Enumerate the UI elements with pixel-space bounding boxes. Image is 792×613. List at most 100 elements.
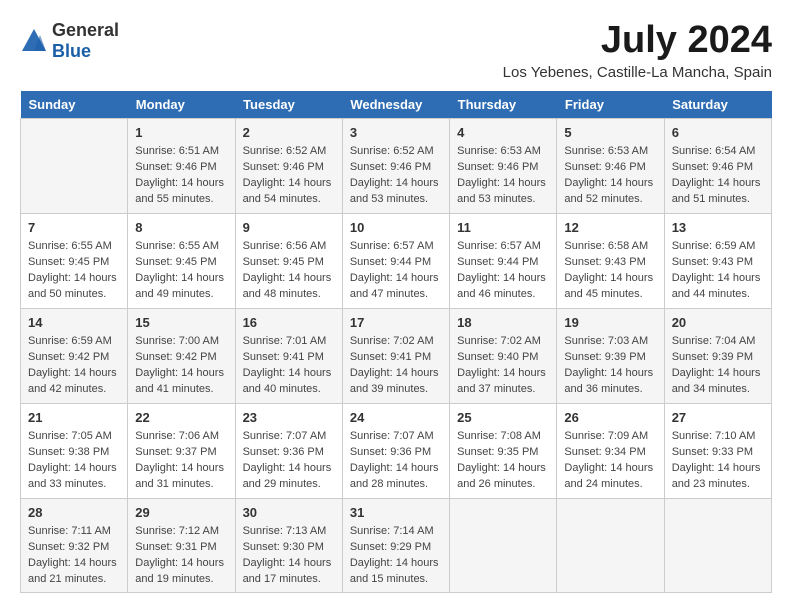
day-number: 3 xyxy=(350,124,442,142)
cell-content: Sunrise: 6:57 AM Sunset: 9:44 PM Dayligh… xyxy=(350,239,442,303)
calendar-table: SundayMondayTuesdayWednesdayThursdayFrid… xyxy=(20,91,772,594)
calendar-cell xyxy=(557,498,664,593)
main-title: July 2024 xyxy=(503,20,772,62)
cell-content: Sunrise: 7:07 AM Sunset: 9:36 PM Dayligh… xyxy=(350,429,442,493)
cell-content: Sunrise: 7:00 AM Sunset: 9:42 PM Dayligh… xyxy=(135,334,227,398)
calendar-cell: 2Sunrise: 6:52 AM Sunset: 9:46 PM Daylig… xyxy=(235,118,342,213)
cell-content: Sunrise: 6:52 AM Sunset: 9:46 PM Dayligh… xyxy=(243,144,335,208)
calendar-cell: 11 Sunrise: 6:57 AM Sunset: 9:44 PM Dayli… xyxy=(450,213,557,308)
cell-content: Sunrise: 7:05 AM Sunset: 9:38 PM Dayligh… xyxy=(28,429,120,493)
calendar-cell: 1Sunrise: 6:51 AM Sunset: 9:46 PM Daylig… xyxy=(128,118,235,213)
calendar-cell xyxy=(664,498,771,593)
cell-content: Sunrise: 7:06 AM Sunset: 9:37 PM Dayligh… xyxy=(135,429,227,493)
subtitle: Los Yebenes, Castille-La Mancha, Spain xyxy=(503,64,772,81)
calendar-cell: 13 Sunrise: 6:59 AM Sunset: 9:43 PM Dayli… xyxy=(664,213,771,308)
logo-icon xyxy=(20,27,48,55)
header-cell-monday: Monday xyxy=(128,91,235,119)
day-number: 22 xyxy=(135,409,227,427)
day-number: 11 xyxy=(457,219,549,237)
day-number: 16 xyxy=(243,314,335,332)
day-number: 23 xyxy=(243,409,335,427)
header-cell-sunday: Sunday xyxy=(21,91,128,119)
cell-content: Sunrise: 6:53 AM Sunset: 9:46 PM Dayligh… xyxy=(457,144,549,208)
header: General Blue July 2024 Los Yebenes, Cast… xyxy=(20,20,772,81)
cell-content: Sunrise: 6:58 AM Sunset: 9:43 PM Dayligh… xyxy=(564,239,656,303)
day-number: 26 xyxy=(564,409,656,427)
calendar-cell: 23Sunrise: 7:07 AM Sunset: 9:36 PM Dayli… xyxy=(235,403,342,498)
calendar-cell: 4 Sunrise: 6:53 AM Sunset: 9:46 PM Daylig… xyxy=(450,118,557,213)
day-number: 28 xyxy=(28,504,120,522)
calendar-cell: 19Sunrise: 7:03 AM Sunset: 9:39 PM Dayli… xyxy=(557,308,664,403)
day-number: 25 xyxy=(457,409,549,427)
cell-content: Sunrise: 7:03 AM Sunset: 9:39 PM Dayligh… xyxy=(564,334,656,398)
header-cell-friday: Friday xyxy=(557,91,664,119)
cell-content: Sunrise: 6:55 AM Sunset: 9:45 PM Dayligh… xyxy=(28,239,120,303)
calendar-cell: 20Sunrise: 7:04 AM Sunset: 9:39 PM Dayli… xyxy=(664,308,771,403)
cell-content: Sunrise: 7:11 AM Sunset: 9:32 PM Dayligh… xyxy=(28,524,120,588)
calendar-cell: 22 Sunrise: 7:06 AM Sunset: 9:37 PM Dayli… xyxy=(128,403,235,498)
calendar-cell xyxy=(21,118,128,213)
calendar-cell: 5 Sunrise: 6:53 AM Sunset: 9:46 PM Daylig… xyxy=(557,118,664,213)
header-cell-thursday: Thursday xyxy=(450,91,557,119)
header-cell-wednesday: Wednesday xyxy=(342,91,449,119)
calendar-cell: 17 Sunrise: 7:02 AM Sunset: 9:41 PM Dayli… xyxy=(342,308,449,403)
week-row-4: 21Sunrise: 7:05 AM Sunset: 9:38 PM Dayli… xyxy=(21,403,772,498)
cell-content: Sunrise: 7:02 AM Sunset: 9:40 PM Dayligh… xyxy=(457,334,549,398)
calendar-cell: 15 Sunrise: 7:00 AM Sunset: 9:42 PM Dayli… xyxy=(128,308,235,403)
cell-content: Sunrise: 7:08 AM Sunset: 9:35 PM Dayligh… xyxy=(457,429,549,493)
day-number: 15 xyxy=(135,314,227,332)
week-row-5: 28 Sunrise: 7:11 AM Sunset: 9:32 PM Dayli… xyxy=(21,498,772,593)
day-number: 20 xyxy=(672,314,764,332)
header-row: SundayMondayTuesdayWednesdayThursdayFrid… xyxy=(21,91,772,119)
calendar-cell: 14Sunrise: 6:59 AM Sunset: 9:42 PM Dayli… xyxy=(21,308,128,403)
cell-content: Sunrise: 7:10 AM Sunset: 9:33 PM Dayligh… xyxy=(672,429,764,493)
week-row-3: 14Sunrise: 6:59 AM Sunset: 9:42 PM Dayli… xyxy=(21,308,772,403)
logo-general: General xyxy=(52,20,119,40)
cell-content: Sunrise: 7:12 AM Sunset: 9:31 PM Dayligh… xyxy=(135,524,227,588)
cell-content: Sunrise: 7:02 AM Sunset: 9:41 PM Dayligh… xyxy=(350,334,442,398)
calendar-cell: 6 Sunrise: 6:54 AM Sunset: 9:46 PM Daylig… xyxy=(664,118,771,213)
calendar-cell: 21Sunrise: 7:05 AM Sunset: 9:38 PM Dayli… xyxy=(21,403,128,498)
cell-content: Sunrise: 6:57 AM Sunset: 9:44 PM Dayligh… xyxy=(457,239,549,303)
day-number: 12 xyxy=(564,219,656,237)
day-number: 6 xyxy=(672,124,764,142)
day-number: 30 xyxy=(243,504,335,522)
calendar-cell: 24Sunrise: 7:07 AM Sunset: 9:36 PM Dayli… xyxy=(342,403,449,498)
day-number: 17 xyxy=(350,314,442,332)
day-number: 27 xyxy=(672,409,764,427)
calendar-cell: 29 Sunrise: 7:12 AM Sunset: 9:31 PM Dayli… xyxy=(128,498,235,593)
cell-content: Sunrise: 7:09 AM Sunset: 9:34 PM Dayligh… xyxy=(564,429,656,493)
calendar-cell: 10Sunrise: 6:57 AM Sunset: 9:44 PM Dayli… xyxy=(342,213,449,308)
cell-content: Sunrise: 6:59 AM Sunset: 9:43 PM Dayligh… xyxy=(672,239,764,303)
calendar-cell: 26 Sunrise: 7:09 AM Sunset: 9:34 PM Dayli… xyxy=(557,403,664,498)
week-row-1: 1Sunrise: 6:51 AM Sunset: 9:46 PM Daylig… xyxy=(21,118,772,213)
day-number: 5 xyxy=(564,124,656,142)
calendar-cell: 8 Sunrise: 6:55 AM Sunset: 9:45 PM Daylig… xyxy=(128,213,235,308)
cell-content: Sunrise: 6:53 AM Sunset: 9:46 PM Dayligh… xyxy=(564,144,656,208)
calendar-cell: 18 Sunrise: 7:02 AM Sunset: 9:40 PM Dayli… xyxy=(450,308,557,403)
cell-content: Sunrise: 6:54 AM Sunset: 9:46 PM Dayligh… xyxy=(672,144,764,208)
day-number: 18 xyxy=(457,314,549,332)
day-number: 7 xyxy=(28,219,120,237)
header-cell-saturday: Saturday xyxy=(664,91,771,119)
day-number: 4 xyxy=(457,124,549,142)
day-number: 31 xyxy=(350,504,442,522)
logo: General Blue xyxy=(20,20,119,62)
calendar-cell: 28 Sunrise: 7:11 AM Sunset: 9:32 PM Dayli… xyxy=(21,498,128,593)
cell-content: Sunrise: 6:52 AM Sunset: 9:46 PM Dayligh… xyxy=(350,144,442,208)
calendar-cell: 9Sunrise: 6:56 AM Sunset: 9:45 PM Daylig… xyxy=(235,213,342,308)
calendar-cell: 27 Sunrise: 7:10 AM Sunset: 9:33 PM Dayli… xyxy=(664,403,771,498)
cell-content: Sunrise: 7:14 AM Sunset: 9:29 PM Dayligh… xyxy=(350,524,442,588)
calendar-cell: 12 Sunrise: 6:58 AM Sunset: 9:43 PM Dayli… xyxy=(557,213,664,308)
cell-content: Sunrise: 6:51 AM Sunset: 9:46 PM Dayligh… xyxy=(135,144,227,208)
cell-content: Sunrise: 7:13 AM Sunset: 9:30 PM Dayligh… xyxy=(243,524,335,588)
calendar-cell: 3 Sunrise: 6:52 AM Sunset: 9:46 PM Daylig… xyxy=(342,118,449,213)
calendar-cell: 16Sunrise: 7:01 AM Sunset: 9:41 PM Dayli… xyxy=(235,308,342,403)
day-number: 9 xyxy=(243,219,335,237)
day-number: 29 xyxy=(135,504,227,522)
cell-content: Sunrise: 6:55 AM Sunset: 9:45 PM Dayligh… xyxy=(135,239,227,303)
calendar-cell: 25 Sunrise: 7:08 AM Sunset: 9:35 PM Dayli… xyxy=(450,403,557,498)
day-number: 13 xyxy=(672,219,764,237)
calendar-cell: 30 Sunrise: 7:13 AM Sunset: 9:30 PM Dayli… xyxy=(235,498,342,593)
day-number: 8 xyxy=(135,219,227,237)
